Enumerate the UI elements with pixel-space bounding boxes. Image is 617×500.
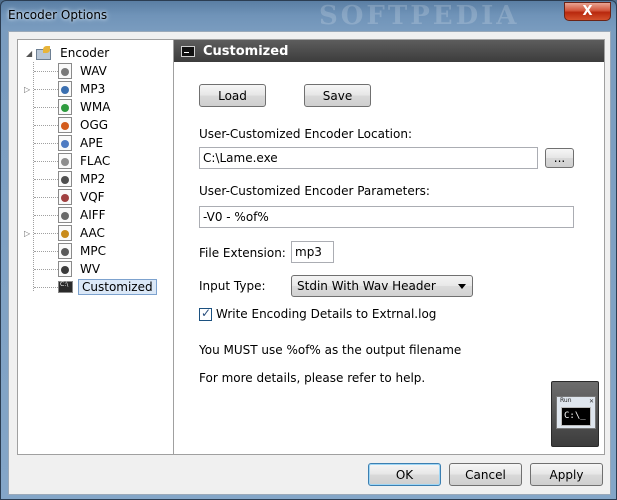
tree-item-label: OGG	[80, 118, 109, 132]
tree-branch: ▷	[24, 229, 58, 238]
location-label: User-Customized Encoder Location:	[199, 127, 413, 141]
tree-item[interactable]: Customized	[26, 278, 171, 296]
browse-button[interactable]: ...	[545, 148, 574, 168]
input-type-value: Stdin With Wav Header	[297, 279, 436, 293]
tree-branch	[34, 178, 58, 180]
console-icon	[58, 281, 73, 293]
input-type-label: Input Type:	[199, 279, 266, 293]
encoder-options-window: Encoder Options SOFTPEDIA X ◢ Encoder WA…	[0, 0, 617, 500]
encoder-tree[interactable]: ◢ Encoder WAV ▷ MP3 WMA OGG APE FLAC MP2 VQF AIFF…	[17, 39, 174, 455]
audio-file-icon	[58, 207, 72, 223]
extension-input[interactable]: mp3	[291, 241, 334, 263]
tree-item-label: MP3	[80, 82, 106, 96]
console-icon	[181, 45, 195, 57]
tree-branch	[34, 142, 58, 144]
audio-file-icon	[58, 261, 72, 277]
load-button[interactable]: Load	[199, 84, 266, 107]
tree-item-label: Customized	[78, 279, 157, 295]
tree-item[interactable]: ▷ AAC	[24, 224, 171, 242]
dialog-client: ◢ Encoder WAV ▷ MP3 WMA OGG APE FLAC MP2 VQF AIFF…	[8, 31, 611, 495]
help-note: For more details, please refer to help.	[199, 371, 426, 385]
tree-item-label: VQF	[80, 190, 105, 204]
run-prompt: C:\_	[561, 407, 591, 426]
write-details-label: Write Encoding Details to Extrnal.log	[216, 307, 437, 321]
audio-file-icon	[58, 99, 72, 115]
audio-file-icon	[58, 63, 72, 79]
tree-branch: ▷	[24, 85, 58, 94]
apply-button[interactable]: Apply	[530, 463, 603, 486]
tree-item[interactable]: FLAC	[26, 152, 171, 170]
close-icon: X	[582, 4, 593, 19]
tree-branch	[34, 196, 58, 198]
run-window-icon: Run ✕ C:\_	[556, 396, 596, 429]
audio-file-icon	[58, 135, 72, 151]
tree-branch	[34, 70, 58, 72]
tree-item-label: WV	[80, 262, 101, 276]
tree-branch	[34, 106, 58, 108]
tree-item[interactable]: VQF	[26, 188, 171, 206]
tree-item[interactable]: ▷ MP3	[24, 80, 171, 98]
run-console-thumbnail: Run ✕ C:\_	[551, 381, 599, 447]
tree-item-label: WAV	[80, 64, 107, 78]
audio-file-icon	[58, 243, 72, 259]
audio-file-icon	[58, 153, 72, 169]
tree-branch	[34, 268, 58, 270]
dropdown-arrow-icon	[458, 284, 466, 289]
tree-root-encoder[interactable]: ◢ Encoder	[26, 44, 112, 62]
tree-item[interactable]: WMA	[26, 98, 171, 116]
must-note: You MUST use %of% as the output filename	[199, 343, 462, 357]
checkmark-icon: ✓	[201, 306, 212, 320]
tree-branch	[34, 160, 58, 162]
audio-file-icon	[58, 225, 72, 241]
tree-item[interactable]: APE	[26, 134, 171, 152]
tree-item[interactable]: AIFF	[26, 206, 171, 224]
expand-icon[interactable]: ▷	[24, 85, 30, 94]
tree-item-label: MP2	[80, 172, 106, 186]
write-details-checkbox[interactable]: ✓	[199, 306, 212, 321]
watermark: SOFTPEDIA	[319, 1, 520, 31]
save-button[interactable]: Save	[304, 84, 371, 107]
tree-item[interactable]: MPC	[26, 242, 171, 260]
tree-item-label: WMA	[80, 100, 111, 114]
tree-item-label: AAC	[80, 226, 105, 240]
tree-item[interactable]: WAV	[26, 62, 171, 80]
input-type-select[interactable]: Stdin With Wav Header	[291, 275, 473, 297]
extension-label: File Extension:	[199, 246, 286, 260]
expand-icon[interactable]: ▷	[24, 229, 30, 238]
tree-item[interactable]: WV	[26, 260, 171, 278]
audio-file-icon	[58, 171, 72, 187]
tree-item[interactable]: MP2	[26, 170, 171, 188]
tree-item-label: AIFF	[80, 208, 106, 222]
run-title: Run	[560, 397, 572, 404]
collapse-icon[interactable]: ◢	[26, 49, 32, 58]
encoder-icon	[35, 46, 53, 60]
close-button[interactable]: X	[564, 2, 611, 21]
params-input[interactable]: -V0 - %of%	[199, 206, 574, 228]
window-title: Encoder Options	[8, 8, 108, 22]
tree-item-label: APE	[80, 136, 104, 150]
ok-button[interactable]: OK	[368, 463, 441, 486]
panel-header: Customized	[174, 40, 604, 62]
params-label: User-Customized Encoder Parameters:	[199, 184, 430, 198]
tree-branch	[34, 124, 58, 126]
audio-file-icon	[58, 189, 72, 205]
location-input[interactable]: C:\Lame.exe	[199, 147, 538, 169]
title-bar[interactable]: Encoder Options SOFTPEDIA X	[1, 1, 617, 31]
run-close-icon: ✕	[588, 398, 594, 405]
panel-title: Customized	[203, 43, 289, 59]
tree-branch	[34, 250, 58, 252]
tree-item-label: FLAC	[80, 154, 111, 168]
tree-item-label: MPC	[80, 244, 106, 258]
tree-item[interactable]: OGG	[26, 116, 171, 134]
cancel-button[interactable]: Cancel	[449, 463, 522, 486]
tree-branch	[34, 214, 58, 216]
tree-root-label: Encoder	[60, 46, 110, 60]
audio-file-icon	[58, 117, 72, 133]
tree-branch	[34, 286, 58, 288]
customized-panel: Customized Load Save User-Customized Enc…	[173, 39, 605, 455]
audio-file-icon	[58, 81, 72, 97]
